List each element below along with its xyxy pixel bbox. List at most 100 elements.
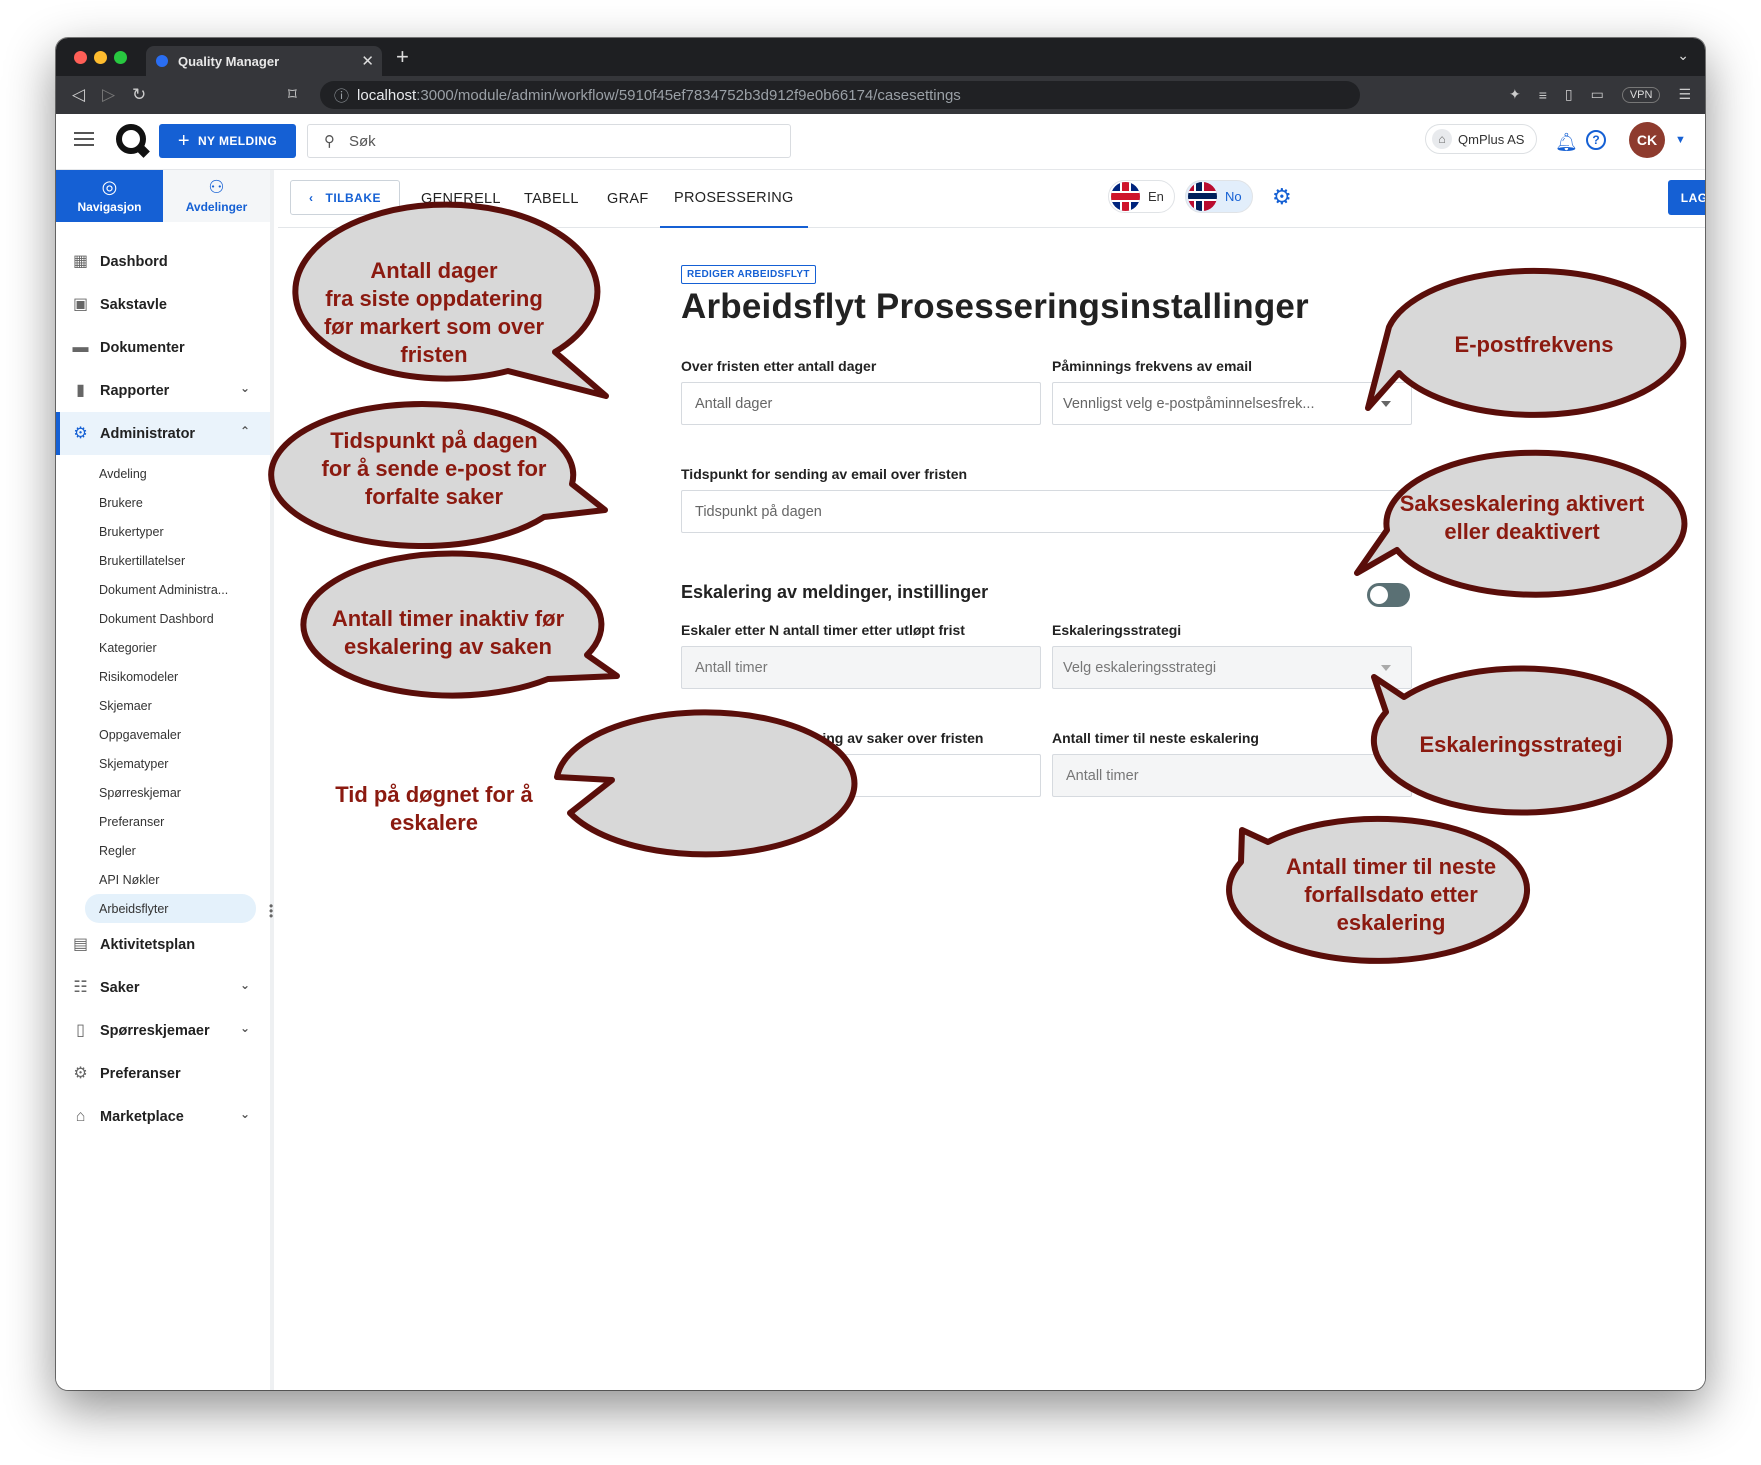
escalation-toggle[interactable]	[1367, 583, 1410, 607]
sidebar-icon[interactable]: ▯	[1565, 86, 1573, 103]
organization-chip[interactable]: ⌂ QmPlus AS	[1425, 124, 1538, 154]
playlist-icon[interactable]: ≡	[1539, 87, 1547, 103]
language-no-button[interactable]: No	[1185, 180, 1253, 213]
help-icon[interactable]: ?	[1586, 130, 1606, 150]
chevron-up-icon[interactable]: ⌃	[240, 424, 250, 438]
browser-tab-bar: Quality Manager ✕ + ⌄	[56, 38, 1705, 76]
site-info-icon[interactable]: ⓘ	[334, 85, 349, 106]
submenu-item-arbeidsflyter[interactable]: Arbeidsflyter	[85, 894, 256, 923]
callout-line: Antall timer inaktiv før	[331, 606, 565, 631]
submenu-item[interactable]: Risikomodeler	[56, 662, 270, 691]
submenu-item[interactable]: Brukere	[56, 488, 270, 517]
compass-icon: ◎	[101, 177, 118, 197]
tab-navigasjon[interactable]: ◎ Navigasjon	[56, 170, 163, 222]
tab-generell[interactable]: GENERELL	[421, 170, 501, 228]
language-en-button[interactable]: En	[1108, 180, 1175, 213]
sidebar-item-saker[interactable]: ☷ Saker ⌄	[56, 966, 270, 1009]
save-button[interactable]: LAGRE	[1668, 180, 1705, 215]
sidebar-item-dashbord[interactable]: ▦ Dashbord	[56, 240, 270, 283]
submenu-item[interactable]: Brukertillatelser	[56, 546, 270, 575]
back-arrow-icon[interactable]: ◁	[72, 85, 85, 105]
admin-submenu: Avdeling Brukere Brukertyper Brukertilla…	[56, 455, 270, 923]
app-logo[interactable]	[116, 124, 146, 154]
tab-list-chevron-icon[interactable]: ⌄	[1677, 47, 1689, 64]
new-tab-icon[interactable]: +	[396, 44, 409, 70]
url-host: localhost	[357, 86, 417, 104]
chevron-down-icon[interactable]: ⌄	[240, 1021, 250, 1035]
address-bar[interactable]: ⓘ localhost :3000/module/admin/workflow/…	[320, 81, 1360, 109]
browser-tab[interactable]: Quality Manager ✕	[146, 46, 382, 76]
sidebar-item-aktivitetsplan[interactable]: ▤ Aktivitetsplan	[56, 923, 270, 966]
caret-down-icon[interactable]: ▼	[1675, 134, 1686, 146]
menu-icon[interactable]: ☰	[1678, 86, 1691, 103]
submenu-item[interactable]: Regler	[56, 836, 270, 865]
submenu-item[interactable]: Dokument Administra...	[56, 575, 270, 604]
callout-line: fra siste oppdatering	[325, 286, 543, 311]
tab-prosessering[interactable]: PROSESSERING	[660, 170, 808, 228]
chevron-down-icon[interactable]: ⌄	[240, 1107, 250, 1121]
close-window-dot[interactable]	[74, 51, 87, 64]
search-input[interactable]: ⚲ Søk	[307, 124, 791, 158]
back-button[interactable]: ‹ TILBAKE	[290, 180, 400, 215]
cases-icon: ☷	[73, 979, 88, 996]
sidebar-item-rapporter[interactable]: ▮ Rapporter ⌄	[56, 369, 270, 412]
escalate-hours-input[interactable]: Antall timer	[681, 646, 1041, 689]
wallet-icon[interactable]: ▭	[1591, 86, 1604, 103]
chevron-down-icon[interactable]: ⌄	[240, 978, 250, 992]
maximize-window-dot[interactable]	[114, 51, 127, 64]
reload-icon[interactable]: ↻	[132, 85, 146, 105]
sidebar-item-marketplace[interactable]: ⌂ Marketplace ⌄	[56, 1095, 270, 1138]
callout-line: Eskaleringsstrategi	[1419, 732, 1623, 757]
sidebar-item-label: Dokumenter	[100, 339, 185, 356]
reminder-frequency-select[interactable]: Vennligst velg e-postpåminnelsesfrek...	[1052, 382, 1412, 425]
resize-handle-icon[interactable]: • • •	[269, 900, 273, 922]
submenu-item[interactable]: Spørreskjemar	[56, 778, 270, 807]
sidebar-item-administrator[interactable]: ⚙ Administrator ⌃	[56, 412, 270, 455]
callout-line: for å sende e-post for	[321, 456, 547, 481]
submenu-item[interactable]: Skjemaer	[56, 691, 270, 720]
tab-avdelinger[interactable]: ⚇ Avdelinger	[163, 170, 270, 222]
escalate-time-input[interactable]: Tidspunkt på dagen	[681, 754, 1041, 797]
folder-icon: ▬	[72, 339, 89, 356]
tab-graf[interactable]: GRAF	[607, 170, 648, 228]
bell-icon[interactable]: 🔔︎	[1555, 132, 1578, 153]
new-message-button[interactable]: + NY MELDING	[159, 124, 296, 158]
submenu-item[interactable]: Preferanser	[56, 807, 270, 836]
chevron-down-icon[interactable]: ⌄	[240, 381, 250, 395]
sidebar-item-sakstavle[interactable]: ▣ Sakstavle	[56, 283, 270, 326]
sidebar-item-label: Aktivitetsplan	[100, 936, 196, 953]
minimize-window-dot[interactable]	[94, 51, 107, 64]
sidebar-item-sporreskjemaer[interactable]: ▯ Spørreskjemaer ⌄	[56, 1009, 270, 1052]
next-escalation-input[interactable]: Antall timer	[1052, 754, 1412, 797]
submenu-item[interactable]: Avdeling	[56, 459, 270, 488]
back-button-label: TILBAKE	[325, 190, 381, 205]
strategy-select[interactable]: Velg eskaleringsstrategi	[1052, 646, 1412, 689]
sidebar-item-label: Saker	[100, 979, 140, 996]
escalate-time-placeholder: Tidspunkt på dagen	[695, 767, 822, 784]
close-tab-icon[interactable]: ✕	[361, 52, 374, 70]
submenu-item[interactable]: Dokument Dashbord	[56, 604, 270, 633]
avatar[interactable]: CK	[1629, 122, 1665, 158]
submenu-item[interactable]: API Nøkler	[56, 865, 270, 894]
extensions-icon[interactable]: ✦	[1509, 86, 1521, 103]
sidebar-item-preferanser[interactable]: ⚙ Preferanser	[56, 1052, 270, 1095]
submenu-item[interactable]: Skjematyper	[56, 749, 270, 778]
send-time-label: Tidspunkt for sending av email over fris…	[681, 466, 968, 482]
search-placeholder: Søk	[349, 132, 376, 150]
submenu-item[interactable]: Brukertyper	[56, 517, 270, 546]
sidebar-item-label: Spørreskjemaer	[100, 1022, 210, 1039]
settings-gear-icon[interactable]: ⚙	[1272, 184, 1292, 210]
hamburger-menu-icon[interactable]	[74, 132, 94, 146]
send-time-input[interactable]: Tidspunkt på dagen	[681, 490, 1412, 533]
sidebar-item-dokumenter[interactable]: ▬ Dokumenter	[56, 326, 270, 369]
uk-flag-icon	[1111, 182, 1140, 211]
tab-tabell[interactable]: TABELL	[524, 170, 579, 228]
submenu-item[interactable]: Oppgavemaler	[56, 720, 270, 749]
vpn-button[interactable]: VPN	[1621, 86, 1661, 103]
send-time-placeholder: Tidspunkt på dagen	[695, 503, 822, 520]
overdue-days-input[interactable]: Antall dager	[681, 382, 1041, 425]
bookmark-icon[interactable]: ⌑	[288, 85, 297, 105]
forward-arrow-icon[interactable]: ▷	[102, 85, 115, 105]
callout-line: Tidspunkt på dagen	[330, 428, 538, 453]
submenu-item[interactable]: Kategorier	[56, 633, 270, 662]
